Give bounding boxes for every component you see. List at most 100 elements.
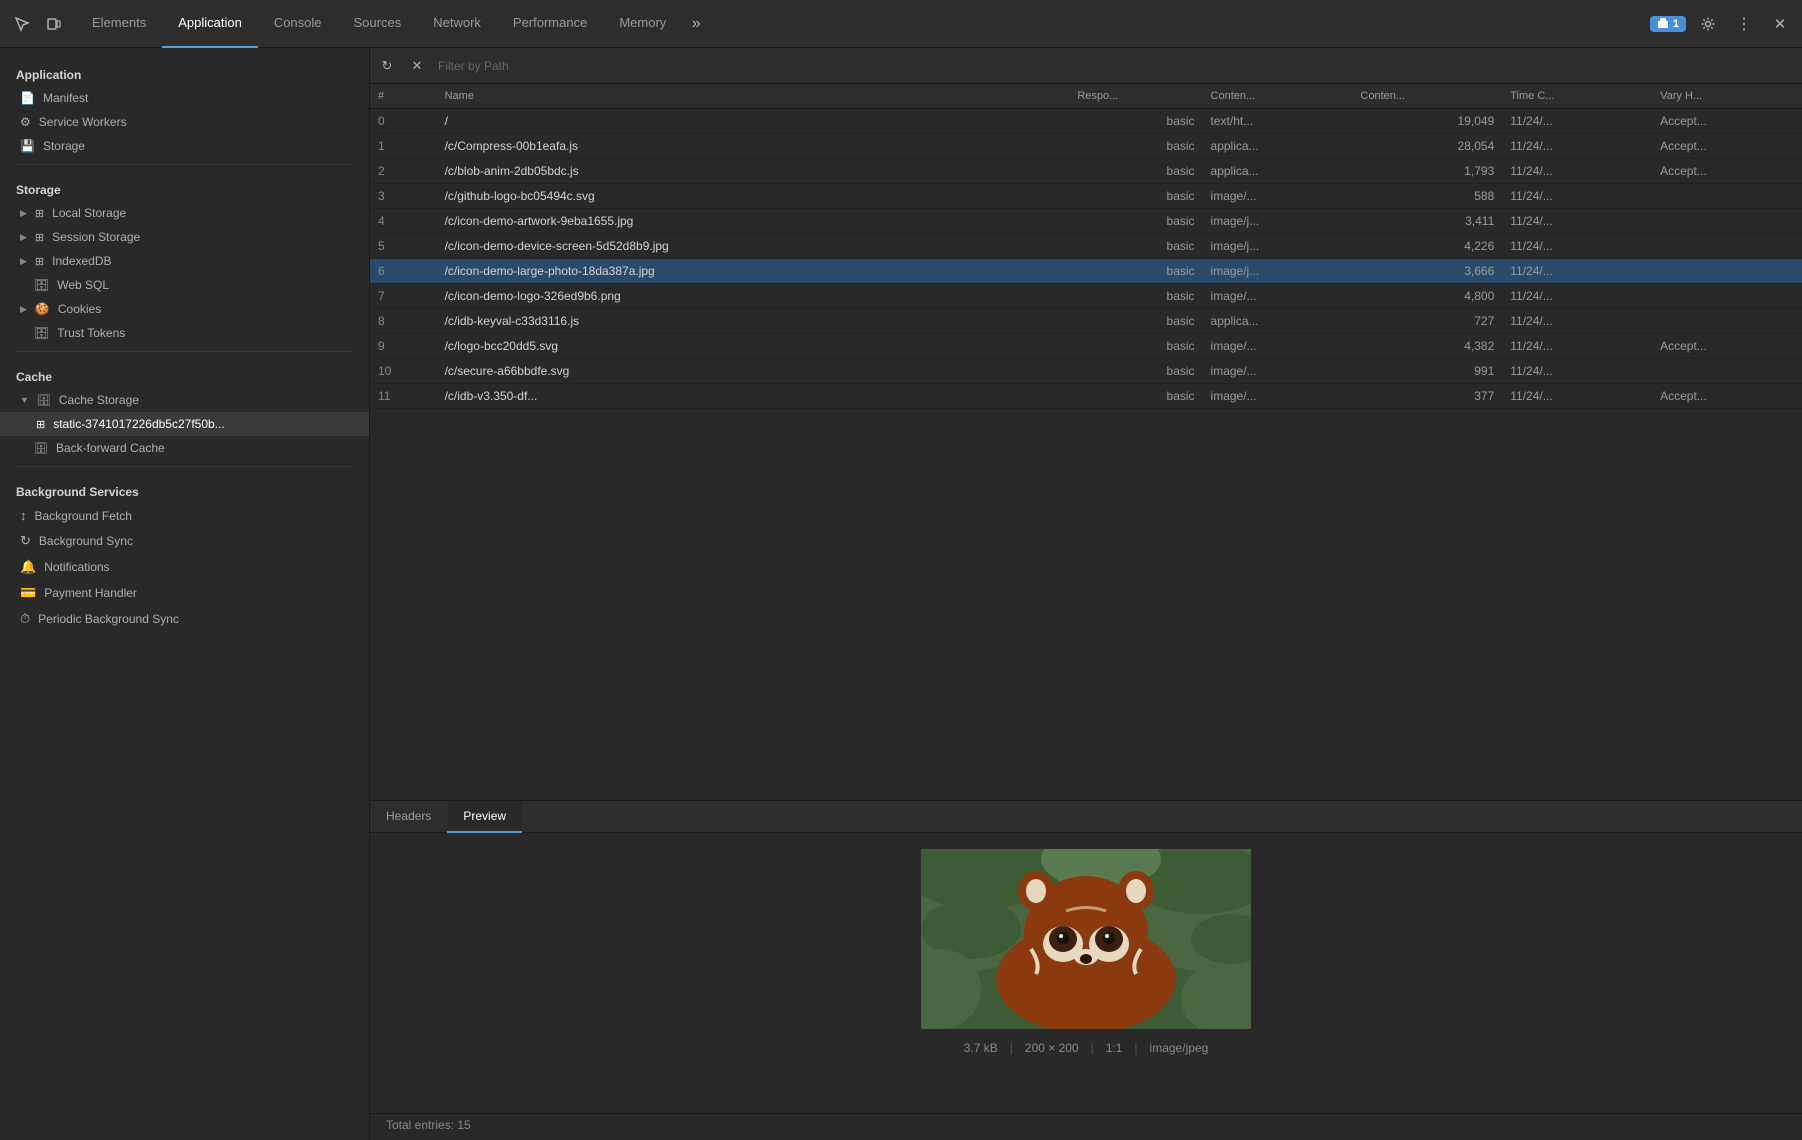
- table-row[interactable]: 0/basictext/ht...19,04911/24/...Accept..…: [370, 109, 1802, 134]
- table-row[interactable]: 8/c/idb-keyval-c33d3116.jsbasicapplica..…: [370, 309, 1802, 334]
- notification-badge: 1: [1650, 16, 1686, 32]
- table-row[interactable]: 10/c/secure-a66bbdfe.svgbasicimage/...99…: [370, 359, 1802, 384]
- meta-sep-2: |: [1091, 1041, 1094, 1055]
- meta-sep-1: |: [1010, 1041, 1013, 1055]
- col-header-name[interactable]: Name: [437, 84, 1070, 109]
- bg-fetch-icon: ↕: [20, 508, 27, 523]
- cookies-icon: 🍪: [35, 302, 50, 316]
- sidebar-item-background-fetch[interactable]: ↕ Background Fetch: [0, 503, 369, 528]
- sidebar-item-notifications[interactable]: 🔔 Notifications: [0, 554, 369, 580]
- cookies-chevron: ▶: [20, 304, 27, 315]
- local-storage-label: Local Storage: [52, 206, 126, 220]
- sidebar-item-session-storage[interactable]: ▶ ⊞ Session Storage: [0, 225, 369, 249]
- table-row[interactable]: 1/c/Compress-00b1eafa.jsbasicapplica...2…: [370, 134, 1802, 159]
- back-forward-label: Back-forward Cache: [56, 441, 165, 455]
- sidebar-section-cache: Cache: [0, 358, 369, 388]
- close-devtools-button[interactable]: ✕: [1766, 10, 1794, 38]
- tab-application[interactable]: Application: [162, 0, 258, 48]
- table-header-row: # Name Respo... Conten... Conten... Time…: [370, 84, 1802, 109]
- preview-dimensions: 200 × 200: [1025, 1041, 1079, 1055]
- sidebar-item-back-forward-cache[interactable]: 🗄 Back-forward Cache: [0, 436, 369, 460]
- preview-panel: Headers Preview: [370, 800, 1802, 1140]
- sidebar-item-manifest[interactable]: 📄 Manifest: [0, 86, 369, 110]
- sidebar-item-background-sync[interactable]: ↻ Background Sync: [0, 528, 369, 554]
- table-body: 0/basictext/ht...19,04911/24/...Accept..…: [370, 109, 1802, 409]
- tab-headers[interactable]: Headers: [370, 801, 447, 833]
- divider-2: [16, 351, 353, 352]
- more-tabs-button[interactable]: »: [682, 10, 710, 38]
- cache-table: # Name Respo... Conten... Conten... Time…: [370, 84, 1802, 409]
- cache-storage-icon: 🗄: [37, 394, 51, 407]
- table-row[interactable]: 9/c/logo-bcc20dd5.svgbasicimage/...4,382…: [370, 334, 1802, 359]
- filter-bar: ↻ ✕: [370, 48, 1802, 84]
- table-row[interactable]: 3/c/github-logo-bc05494c.svgbasicimage/.…: [370, 184, 1802, 209]
- overflow-menu-button[interactable]: ⋮: [1730, 10, 1758, 38]
- cache-entry-icon: ⊞: [36, 418, 45, 431]
- local-storage-chevron: ▶: [20, 208, 27, 219]
- preview-tabs: Headers Preview: [370, 801, 1802, 833]
- tab-preview[interactable]: Preview: [447, 801, 522, 833]
- web-sql-icon: 🗄: [34, 278, 49, 292]
- table-row[interactable]: 4/c/icon-demo-artwork-9eba1655.jpgbasici…: [370, 209, 1802, 234]
- trust-tokens-icon: 🗄: [34, 326, 49, 340]
- tab-memory[interactable]: Memory: [603, 0, 682, 48]
- sidebar-item-indexed-db[interactable]: ▶ ⊞ IndexedDB: [0, 249, 369, 273]
- cache-entry-label: static-3741017226db5c27f50b...: [53, 417, 224, 431]
- sidebar-item-web-sql[interactable]: 🗄 Web SQL: [0, 273, 369, 297]
- sidebar-item-service-workers[interactable]: ⚙ Service Workers: [0, 110, 369, 134]
- toolbar-left-icons: [8, 10, 68, 38]
- sidebar-item-periodic-bg-sync[interactable]: ⏱ Periodic Background Sync: [0, 606, 369, 632]
- manifest-icon: 📄: [20, 91, 35, 105]
- col-header-cont1[interactable]: Conten...: [1203, 84, 1353, 109]
- session-storage-icon: ⊞: [35, 231, 44, 244]
- tab-sources[interactable]: Sources: [338, 0, 418, 48]
- tab-performance[interactable]: Performance: [497, 0, 603, 48]
- device-toolbar-button[interactable]: [40, 10, 68, 38]
- bg-sync-icon: ↻: [20, 533, 31, 549]
- indexed-db-label: IndexedDB: [52, 254, 111, 268]
- toolbar-right: 1 ⋮ ✕: [1650, 10, 1794, 38]
- main-layout: Application 📄 Manifest ⚙ Service Workers…: [0, 48, 1802, 1140]
- sidebar-item-payment-handler[interactable]: 💳 Payment Handler: [0, 580, 369, 606]
- payment-handler-label: Payment Handler: [44, 586, 137, 600]
- table-row[interactable]: 11/c/idb-v3.350-df...basicimage/...37711…: [370, 384, 1802, 409]
- preview-type: image/jpeg: [1150, 1041, 1209, 1055]
- filter-input[interactable]: [434, 59, 1798, 73]
- sidebar-section-application: Application: [0, 56, 369, 86]
- table-row[interactable]: 5/c/icon-demo-device-screen-5d52d8b9.jpg…: [370, 234, 1802, 259]
- col-header-vary[interactable]: Vary H...: [1652, 84, 1802, 109]
- delete-all-button[interactable]: ✕: [404, 53, 430, 79]
- storage-top-label: Storage: [43, 139, 85, 153]
- cookies-label: Cookies: [58, 302, 101, 316]
- sidebar-item-trust-tokens[interactable]: 🗄 Trust Tokens: [0, 321, 369, 345]
- manifest-label: Manifest: [43, 91, 88, 105]
- sidebar-section-storage: Storage: [0, 171, 369, 201]
- service-workers-label: Service Workers: [39, 115, 127, 129]
- periodic-bg-sync-label: Periodic Background Sync: [38, 612, 179, 626]
- tab-console[interactable]: Console: [258, 0, 338, 48]
- col-header-resp[interactable]: Respo...: [1069, 84, 1202, 109]
- col-header-num: #: [370, 84, 437, 109]
- tab-list: Elements Application Console Sources Net…: [76, 0, 1650, 48]
- table-row[interactable]: 2/c/blob-anim-2db05bdc.jsbasicapplica...…: [370, 159, 1802, 184]
- inspect-element-button[interactable]: [8, 10, 36, 38]
- meta-sep-3: |: [1134, 1041, 1137, 1055]
- tab-elements[interactable]: Elements: [76, 0, 162, 48]
- tab-network[interactable]: Network: [417, 0, 497, 48]
- refresh-button[interactable]: ↻: [374, 53, 400, 79]
- right-panel: ↻ ✕ # Name Respo... Conten... Conten... …: [370, 48, 1802, 1140]
- sidebar-item-local-storage[interactable]: ▶ ⊞ Local Storage: [0, 201, 369, 225]
- settings-button[interactable]: [1694, 10, 1722, 38]
- sidebar-item-storage-top[interactable]: 💾 Storage: [0, 134, 369, 158]
- bg-fetch-label: Background Fetch: [35, 509, 132, 523]
- col-header-cont2[interactable]: Conten...: [1352, 84, 1502, 109]
- notification-count: 1: [1673, 18, 1679, 30]
- preview-size: 3.7 kB: [964, 1041, 998, 1055]
- sidebar-item-cache-storage-entry[interactable]: ⊞ static-3741017226db5c27f50b...: [0, 412, 369, 436]
- sidebar-item-cache-storage[interactable]: ▼ 🗄 Cache Storage: [0, 388, 369, 412]
- table-row[interactable]: 7/c/icon-demo-logo-326ed9b6.pngbasicimag…: [370, 284, 1802, 309]
- sidebar-item-cookies[interactable]: ▶ 🍪 Cookies: [0, 297, 369, 321]
- table-row[interactable]: 6/c/icon-demo-large-photo-18da387a.jpgba…: [370, 259, 1802, 284]
- col-header-time[interactable]: Time C...: [1502, 84, 1652, 109]
- session-storage-label: Session Storage: [52, 230, 140, 244]
